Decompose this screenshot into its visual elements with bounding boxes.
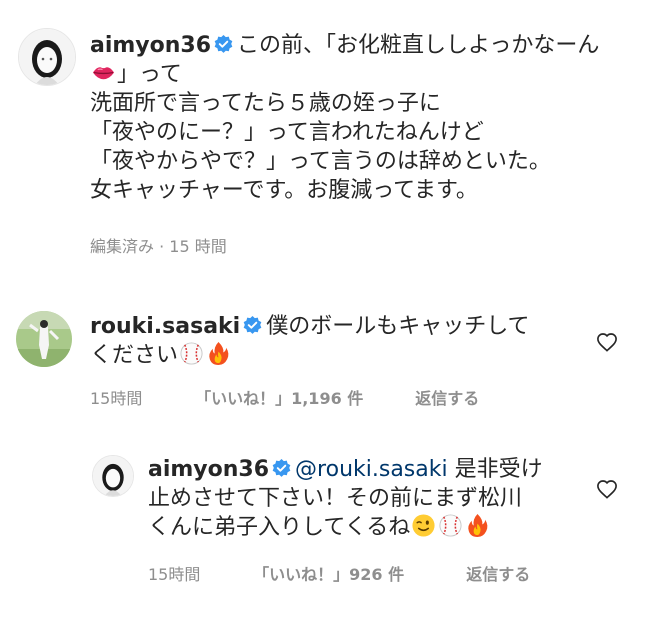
main-comment-line1: この前、「お化粧直ししよっかなーん: [237, 33, 600, 58]
avatar-aimyon36[interactable]: [18, 28, 76, 86]
baseball-emoji: [180, 342, 203, 365]
main-comment-line5: 「夜やからやで？」って言うのは辞めといた。: [90, 149, 551, 174]
reply2-reply-button[interactable]: 返信する: [466, 565, 530, 584]
main-comment-line6: 女キャッチャーです。お腹減ってます。: [90, 178, 478, 203]
main-comment-line2: 」って: [117, 62, 182, 87]
main-comment-text: aimyon36 この前、「お化粧直ししよっかなーん 」って 洗面所で言ってたら５…: [90, 31, 635, 205]
main-comment-line3: 洗面所で言ってたら５歳の姪っ子に: [90, 91, 441, 116]
main-comment-meta: 編集済み · 15 時間: [90, 233, 227, 257]
baseball-emoji: [439, 514, 462, 537]
reply1-meta: 15時間 「いいね！」1,196 件 返信する: [90, 385, 479, 409]
reply1-likes[interactable]: 「いいね！」1,196 件: [195, 385, 410, 409]
heart-outline-icon[interactable]: [596, 332, 618, 352]
heart-outline-icon[interactable]: [596, 479, 618, 499]
reply2-mention[interactable]: @rouki.sasaki: [295, 457, 448, 482]
reply2-line3: くんに弟子入りしてくるね: [148, 515, 411, 540]
fire-emoji: [209, 341, 229, 366]
verified-badge-icon: [272, 459, 291, 477]
verified-badge-icon: [214, 35, 233, 53]
avatar-aimyon36-reply[interactable]: [92, 455, 134, 497]
reply2-text: aimyon36 @rouki.sasaki 是非受け 止めさせて下さい！その前に…: [148, 455, 588, 542]
main-comment-username[interactable]: aimyon36: [90, 33, 211, 58]
fire-emoji: [468, 513, 488, 538]
verified-badge-icon: [243, 316, 262, 334]
reply1-line1: 僕のボールもキャッチして: [266, 314, 530, 339]
reply2-timestamp[interactable]: 15時間: [148, 561, 248, 585]
reply1-timestamp[interactable]: 15時間: [90, 385, 190, 409]
edited-label: 編集済み: [90, 237, 155, 256]
reply2-meta: 15時間 「いいね！」926 件 返信する: [148, 561, 530, 585]
reply2-username[interactable]: aimyon36: [148, 457, 269, 482]
meta-separator: ·: [159, 237, 165, 256]
main-comment-line4: 「夜やのにー？」って言われたねんけど: [90, 120, 484, 145]
comments-screen: aimyon36 この前、「お化粧直ししよっかなーん 」って 洗面所で言ってたら５…: [0, 0, 645, 629]
reply2-line2: 止めさせて下さい！その前にまず松川: [148, 486, 523, 511]
winking-face-emoji: [412, 514, 435, 537]
reply2-line1: 是非受け: [454, 457, 543, 482]
avatar-rouki-sasaki[interactable]: [16, 311, 72, 367]
reply1-username[interactable]: rouki.sasaki: [90, 314, 240, 339]
reply1-line2: ください: [90, 343, 179, 368]
reply1-reply-button[interactable]: 返信する: [415, 389, 479, 408]
main-comment-timestamp[interactable]: 15 時間: [169, 237, 226, 256]
reply1-text: rouki.sasaki 僕のボールもキャッチして ください: [90, 312, 580, 370]
lips-emoji: [92, 67, 115, 80]
reply2-likes[interactable]: 「いいね！」926 件: [253, 561, 461, 585]
